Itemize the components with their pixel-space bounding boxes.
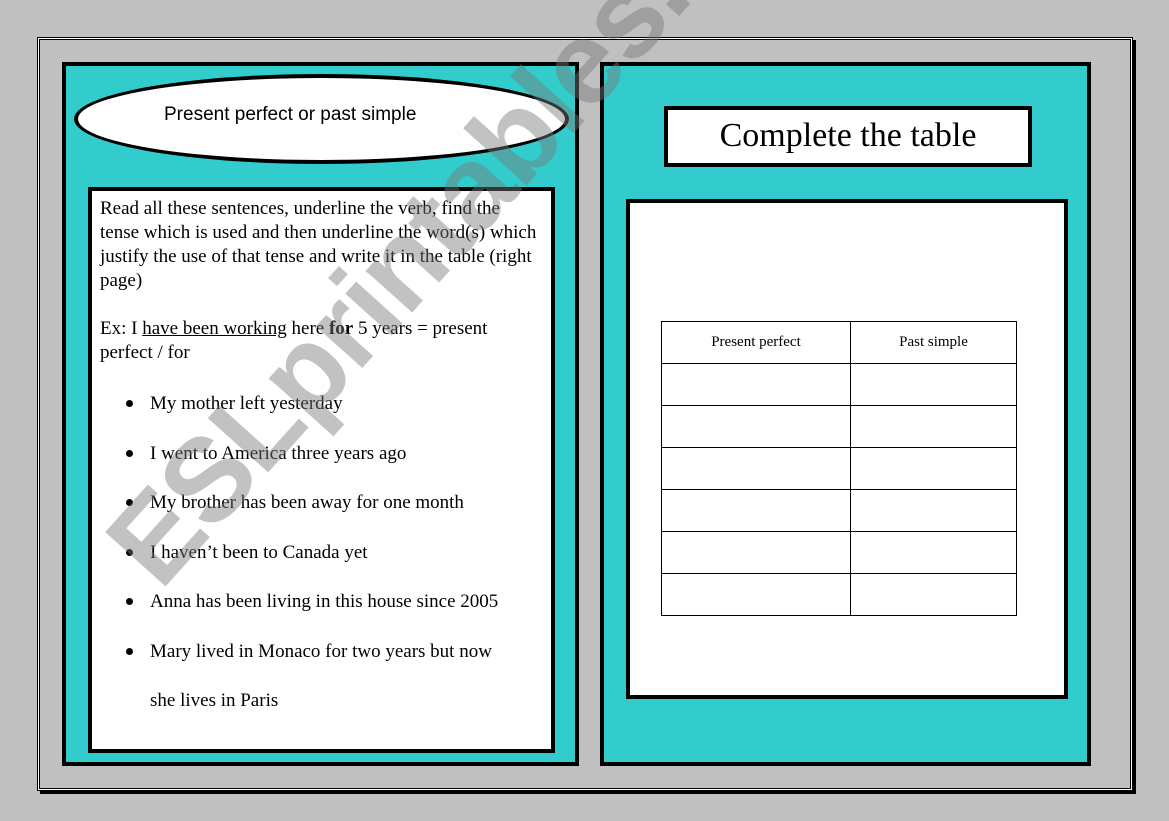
table-cell[interactable] <box>850 363 1017 406</box>
table-cell[interactable] <box>850 405 1017 448</box>
table-cell[interactable] <box>661 573 851 616</box>
table-container: Present perfect Past simple <box>626 199 1068 699</box>
sentence-text: My mother left yesterday <box>150 393 343 414</box>
sentence-text: Anna has been living in this house since… <box>150 591 499 612</box>
answer-table: Present perfect Past simple <box>661 321 1017 616</box>
list-item: My mother left yesterday <box>100 379 543 429</box>
bullet-icon <box>126 400 133 407</box>
list-item: My brother has been away for one month <box>100 478 543 528</box>
table-cell[interactable] <box>661 531 851 574</box>
example-sentence: Ex: I have been working here for 5 years… <box>100 317 543 365</box>
header-present-perfect: Present perfect <box>661 321 851 364</box>
list-item: I went to America three years ago <box>100 429 543 479</box>
table-cell[interactable] <box>661 447 851 490</box>
table-row <box>661 531 1017 574</box>
left-page: Present perfect or past simple Read all … <box>62 62 579 766</box>
instructions-text: Read all these sentences, underline the … <box>100 198 537 291</box>
table-cell[interactable] <box>850 489 1017 532</box>
bullet-icon <box>126 499 133 506</box>
table-row <box>661 447 1017 490</box>
table-row <box>661 405 1017 448</box>
table-cell[interactable] <box>850 573 1017 616</box>
bullet-icon <box>126 647 133 655</box>
instructions-box: Read all these sentences, underline the … <box>88 187 555 753</box>
right-page: Complete the table Present perfect Past … <box>600 62 1091 766</box>
table-header-row: Present perfect Past simple <box>661 321 1017 364</box>
table-row <box>661 363 1017 406</box>
table-row <box>661 489 1017 532</box>
bullet-icon <box>126 548 133 556</box>
sentence-continuation: she lives in Paris <box>150 690 279 711</box>
title-oval: Present perfect or past simple <box>74 74 569 164</box>
table-cell[interactable] <box>850 447 1017 490</box>
sentence-text: Mary lived in Monaco for two years but n… <box>150 640 492 662</box>
list-item: Mary lived in Monaco for two years but n… <box>100 627 543 677</box>
table-title: Complete the table <box>664 106 1032 167</box>
list-item: Anna has been living in this house since… <box>100 577 543 627</box>
example-prefix: Ex: I <box>100 318 143 339</box>
table-row <box>661 573 1017 616</box>
bullet-icon <box>126 598 133 605</box>
table-cell[interactable] <box>661 489 851 532</box>
sentence-text: I haven’t been to Canada yet <box>150 541 368 563</box>
table-cell[interactable] <box>661 405 851 448</box>
sentence-list: My mother left yesterday I went to Ameri… <box>100 379 543 676</box>
bullet-icon <box>126 449 133 457</box>
worksheet-title: Present perfect or past simple <box>164 104 417 125</box>
sentence-text: I went to America three years ago <box>150 442 407 464</box>
sentence-text: My brother has been away for one month <box>150 492 464 513</box>
table-cell[interactable] <box>850 531 1017 574</box>
list-item: I haven’t been to Canada yet <box>100 528 543 578</box>
example-middle: here <box>286 318 329 339</box>
header-past-simple: Past simple <box>850 321 1017 364</box>
example-bold-word: for <box>328 318 354 339</box>
table-cell[interactable] <box>661 363 851 406</box>
example-underlined-verb: have been working <box>142 318 287 339</box>
